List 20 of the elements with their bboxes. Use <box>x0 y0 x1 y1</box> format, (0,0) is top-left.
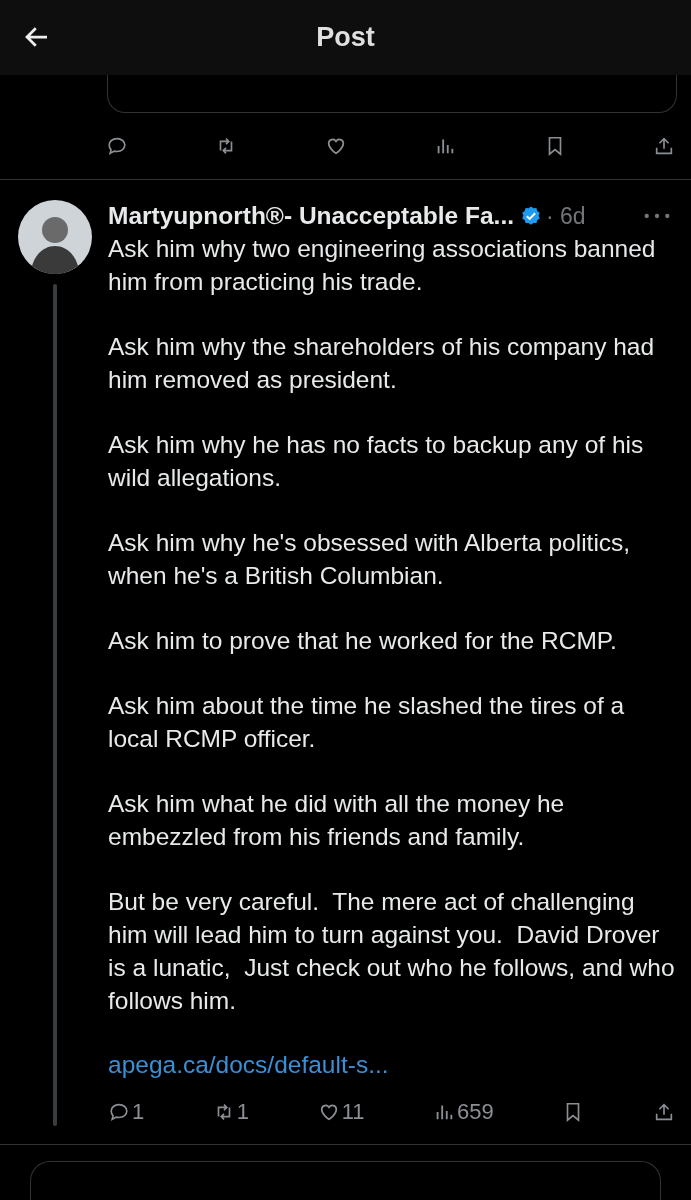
post-time: · 6d <box>546 202 586 230</box>
more-options-icon[interactable] <box>643 212 671 220</box>
views-button[interactable]: 659 <box>433 1099 494 1125</box>
post-link[interactable]: apega.ca/docs/default-s... <box>108 1050 389 1080</box>
speech-bubble-icon[interactable] <box>106 135 128 157</box>
reply-button[interactable]: 1 <box>108 1099 145 1125</box>
post-paragraph: Ask him why two engineering associations banned him from practicing his trade. <box>108 234 657 297</box>
speech-bubble-icon <box>108 1101 130 1123</box>
post-paragraph: But be very careful. The mere act of challenging him will lead him to turn against you. David Drover is a lunatic, Just check out who he follows, and who follows him. <box>108 887 676 1016</box>
post-paragraph: Ask him why he has no facts to backup any of his wild allegations. <box>108 430 645 493</box>
avatar[interactable] <box>18 200 92 274</box>
post-paragraph: Ask him why he's obsessed with Alberta politics, when he's a British Columbian. <box>108 528 632 591</box>
post-paragraph: Ask him to prove that he worked for the RCMP. <box>108 626 618 656</box>
header-title: Post <box>316 22 375 53</box>
post-paragraph: Ask him about the time he slashed the tires of a local RCMP officer. <box>108 691 626 754</box>
author-name[interactable]: Martyupnorth®- Unacceptable Fa... <box>108 202 515 230</box>
like-button[interactable]: 11 <box>317 1099 365 1125</box>
repost-button[interactable]: 1 <box>212 1099 250 1125</box>
post-paragraph: Ask him why the shareholders of his company had him removed as president. <box>108 332 656 395</box>
post-paragraph: Ask him what he did with all the money he embezzled from his friends and family. <box>108 789 566 852</box>
